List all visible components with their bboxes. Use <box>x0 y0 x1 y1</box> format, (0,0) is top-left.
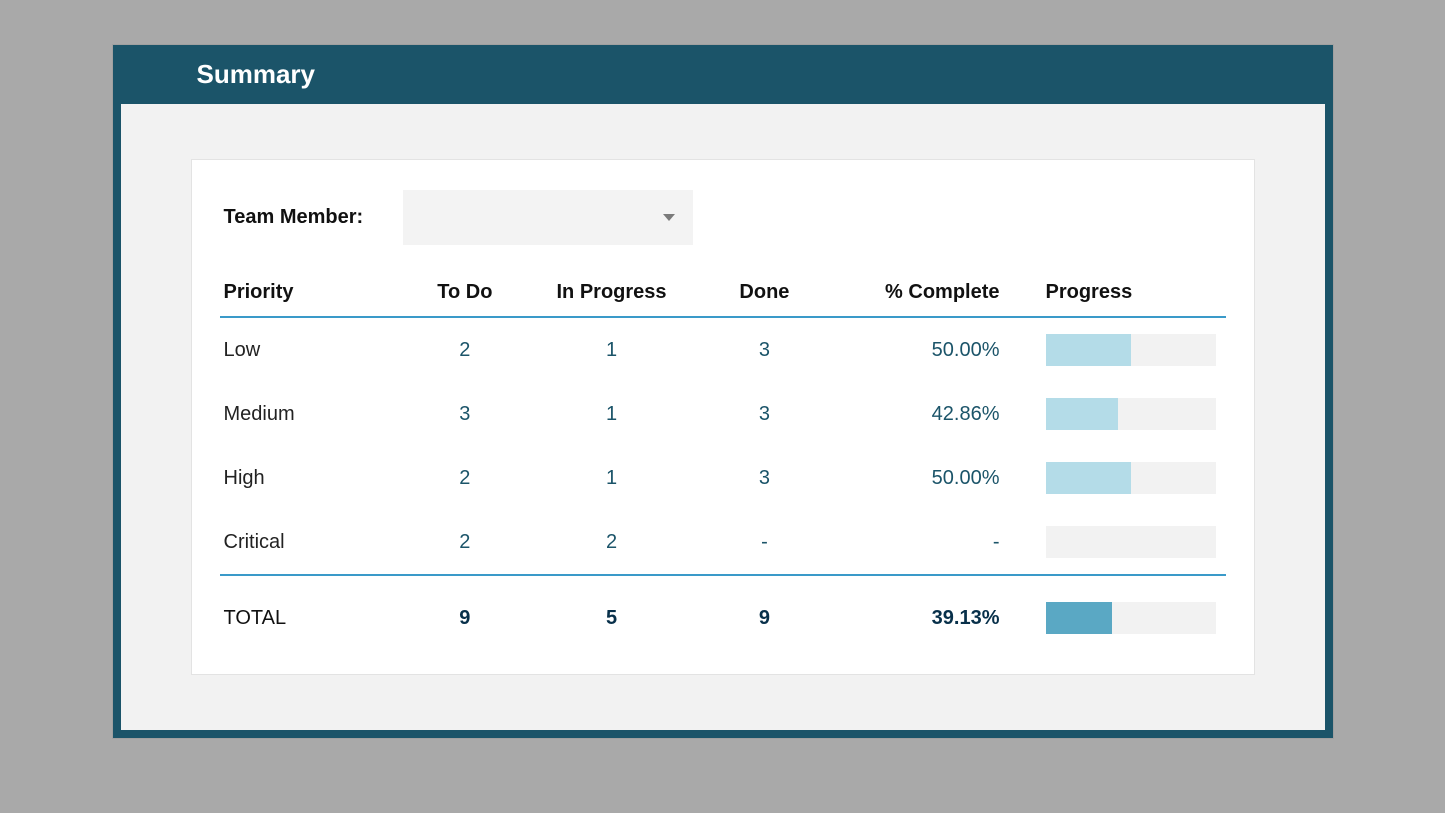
col-done: Done <box>703 273 832 317</box>
cell-todo: 2 <box>410 446 527 510</box>
table-total-row: TOTAL 9 5 9 39.13% <box>220 576 1226 644</box>
total-done: 9 <box>703 576 832 644</box>
progress-bar <box>1046 398 1216 430</box>
cell-done: 3 <box>703 382 832 446</box>
cell-inprogress: 1 <box>526 317 703 382</box>
cell-priority: Low <box>220 317 410 382</box>
table-header-row: Priority To Do In Progress Done % Comple… <box>220 273 1226 317</box>
cell-inprogress: 1 <box>526 382 703 446</box>
col-progress: Progress <box>1024 273 1226 317</box>
cell-pct: 50.00% <box>832 446 1024 510</box>
total-pct: 39.13% <box>832 576 1024 644</box>
summary-panel: Team Member: Priority To Do In Progress … <box>191 159 1255 675</box>
cell-inprogress: 1 <box>526 446 703 510</box>
progress-bar <box>1046 462 1216 494</box>
total-progress <box>1024 576 1226 644</box>
col-pct: % Complete <box>832 273 1024 317</box>
table-row: Medium 3 1 3 42.86% <box>220 382 1226 446</box>
total-todo: 9 <box>410 576 527 644</box>
team-member-label: Team Member: <box>224 206 364 229</box>
cell-pct: 42.86% <box>832 382 1024 446</box>
cell-priority: High <box>220 446 410 510</box>
cell-done: 3 <box>703 317 832 382</box>
cell-inprogress: 2 <box>526 510 703 575</box>
card-body: Team Member: Priority To Do In Progress … <box>121 104 1325 730</box>
progress-bar <box>1046 602 1216 634</box>
cell-todo: 3 <box>410 382 527 446</box>
card-title: Summary <box>113 45 1333 104</box>
cell-progress <box>1024 446 1226 510</box>
cell-done: - <box>703 510 832 575</box>
table-row: Critical 2 2 - - <box>220 510 1226 575</box>
table-row: Low 2 1 3 50.00% <box>220 317 1226 382</box>
cell-done: 3 <box>703 446 832 510</box>
total-label: TOTAL <box>220 576 410 644</box>
summary-card: Summary Team Member: Priority To Do <box>113 45 1333 738</box>
col-todo: To Do <box>410 273 527 317</box>
cell-todo: 2 <box>410 510 527 575</box>
cell-todo: 2 <box>410 317 527 382</box>
progress-fill <box>1046 462 1131 494</box>
cell-priority: Medium <box>220 382 410 446</box>
table-row: High 2 1 3 50.00% <box>220 446 1226 510</box>
filter-row: Team Member: <box>220 190 1226 245</box>
col-priority: Priority <box>220 273 410 317</box>
cell-progress <box>1024 510 1226 575</box>
team-member-dropdown[interactable] <box>403 190 693 245</box>
chevron-down-icon <box>663 214 675 221</box>
progress-bar <box>1046 334 1216 366</box>
col-inprogress: In Progress <box>526 273 703 317</box>
total-inprogress: 5 <box>526 576 703 644</box>
cell-priority: Critical <box>220 510 410 575</box>
progress-fill <box>1046 334 1131 366</box>
summary-table: Priority To Do In Progress Done % Comple… <box>220 273 1226 644</box>
cell-progress <box>1024 382 1226 446</box>
progress-bar <box>1046 526 1216 558</box>
progress-fill <box>1046 398 1119 430</box>
cell-pct: 50.00% <box>832 317 1024 382</box>
progress-fill <box>1046 602 1113 634</box>
cell-progress <box>1024 317 1226 382</box>
cell-pct: - <box>832 510 1024 575</box>
